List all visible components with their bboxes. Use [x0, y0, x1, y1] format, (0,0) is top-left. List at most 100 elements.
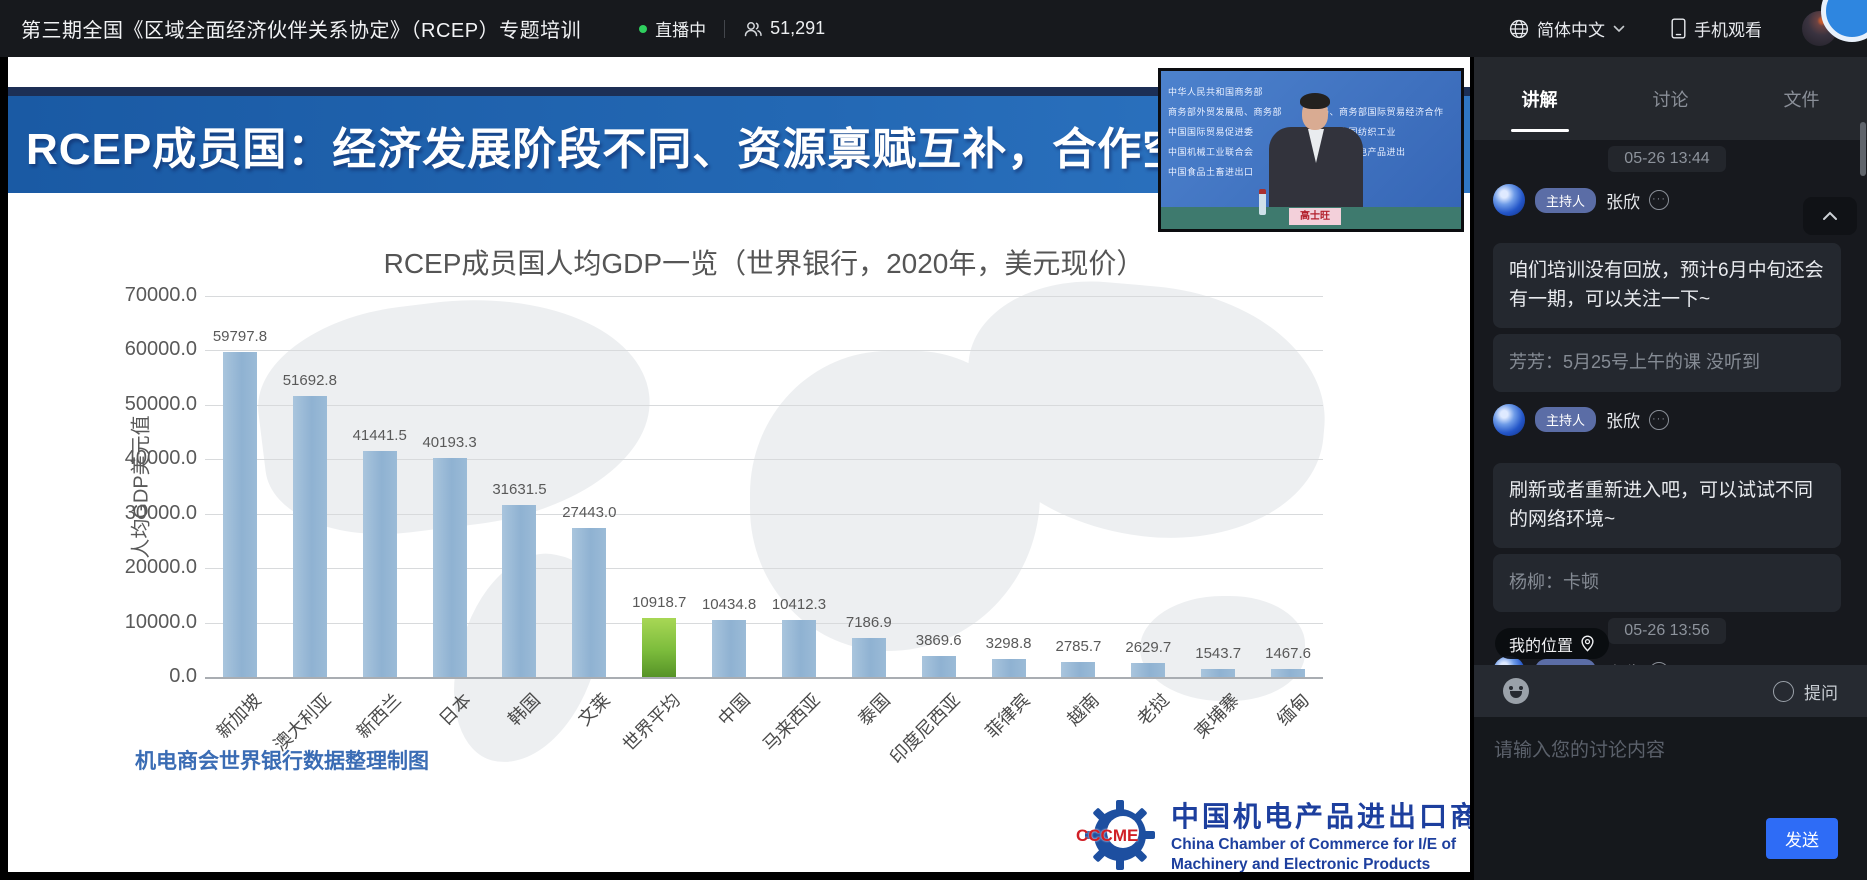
x-axis-label: 越南 — [1061, 687, 1105, 731]
bar-老挝 — [1131, 663, 1165, 677]
bar-澳大利亚 — [293, 396, 327, 677]
my-location-label: 我的位置 — [1509, 632, 1573, 656]
globe-icon — [1509, 19, 1529, 39]
divider — [724, 20, 725, 38]
y-axis-tick-label: 20000.0 — [107, 556, 197, 579]
question-radio[interactable] — [1773, 681, 1794, 702]
viewer-count: 51,291 — [743, 18, 825, 39]
chat-panel: 讲解讨论文件 05-26 13:44主持人张欣···咱们培训没有回放，预计6月中… — [1474, 57, 1867, 880]
chat-message-header: 主持人张欣 ··· — [1493, 184, 1841, 216]
timestamp-pill: 05-26 13:56 — [1608, 618, 1725, 644]
bar-越南 — [1061, 662, 1095, 677]
x-axis-label: 新加坡 — [210, 687, 267, 744]
x-axis-label: 印度尼西亚 — [883, 687, 965, 769]
gear-logo-icon: CCCME — [1083, 798, 1157, 872]
chat-plain-message: 杨柳：卡顿 — [1493, 554, 1841, 612]
live-status: 直播中 — [639, 16, 706, 41]
chat-input[interactable] — [1474, 717, 1867, 817]
mobile-view-button[interactable]: 手机观看 — [1671, 16, 1762, 41]
question-label: 提问 — [1804, 679, 1838, 704]
bar-印度尼西亚 — [922, 656, 956, 677]
collapse-panel-button[interactable] — [1803, 197, 1857, 235]
chat-message-header: 主持人张欣 ··· — [1493, 404, 1841, 436]
mobile-view-label: 手机观看 — [1694, 16, 1762, 41]
x-axis-label: 中国 — [712, 687, 756, 731]
chat-tabs: 讲解讨论文件 — [1474, 57, 1867, 140]
bar-柬埔寨 — [1201, 669, 1235, 677]
location-pin-icon — [1580, 635, 1595, 652]
bar-世界平均 — [642, 618, 676, 677]
cccme-name-cn: 中国机电产品进出口商会 — [1171, 795, 1470, 835]
emoji-picker-icon[interactable] — [1503, 678, 1529, 704]
chat-plain-message: 芳芳：5月25号上午的课 没听到 — [1493, 334, 1841, 392]
chevron-up-icon — [1822, 211, 1838, 221]
bar-value-label: 59797.8 — [213, 328, 267, 345]
language-selector[interactable]: 简体中文 — [1509, 16, 1625, 41]
x-axis-label: 缅甸 — [1271, 687, 1315, 731]
cccme-logo: CCCME 中国机电产品进出口商会 China Chamber of Comme… — [1083, 795, 1470, 872]
water-bottle — [1259, 189, 1266, 215]
bar-chart: 59797.8新加坡51692.8澳大利亚41441.5新西兰40193.3日本… — [205, 296, 1323, 677]
speaker-video-overlay[interactable]: 中华人民共和国商务部商务部外贸发展局、商务部 局、商务部国际贸易经济合作中国国际… — [1158, 68, 1464, 232]
top-bar: 第三期全国《区域全面经济伙伴关系协定》（RCEP）专题培训 直播中 51,291… — [0, 0, 1867, 57]
chat-input-area: 发送 — [1474, 717, 1867, 880]
message-more-icon[interactable]: ··· — [1649, 190, 1669, 210]
bar-value-label: 3869.6 — [916, 632, 962, 649]
phone-icon — [1671, 18, 1686, 39]
bar-日本 — [433, 458, 467, 677]
chat-scrollbar[interactable] — [1860, 122, 1866, 176]
bar-value-label: 3298.8 — [986, 635, 1032, 652]
sender-name: 张欣 — [1606, 407, 1640, 432]
timestamp-pill: 05-26 13:44 — [1608, 146, 1725, 172]
message-more-icon[interactable]: ··· — [1649, 410, 1669, 430]
tab-文件[interactable]: 文件 — [1736, 57, 1867, 140]
speaker-nameplate: 高士旺 — [1289, 208, 1341, 225]
sender-name: 张欣 — [1606, 188, 1640, 213]
host-badge: 主持人 — [1535, 188, 1596, 213]
slide-banner-title: RCEP成员国：经济发展阶段不同、资源禀赋互补，合作空间 — [26, 113, 1232, 177]
x-axis-label: 老挝 — [1131, 687, 1175, 731]
x-axis-label: 菲律宾 — [978, 687, 1035, 744]
chart-gridline — [205, 350, 1323, 351]
bar-value-label: 7186.9 — [846, 614, 892, 631]
tab-讲解[interactable]: 讲解 — [1474, 57, 1605, 140]
bar-value-label: 2785.7 — [1055, 638, 1101, 655]
send-button[interactable]: 发送 — [1766, 818, 1838, 859]
cccme-acronym: CCCME — [1076, 826, 1138, 846]
question-toggle[interactable]: 提问 — [1773, 679, 1838, 704]
viewers-icon — [743, 20, 763, 38]
my-location-button[interactable]: 我的位置 — [1495, 628, 1609, 659]
bar-value-label: 10918.7 — [632, 594, 686, 611]
chart-gridline — [205, 677, 1323, 679]
chart-title: RCEP成员国人均GDP一览（世界银行，2020年，美元现价） — [205, 242, 1323, 282]
live-dot-icon — [639, 25, 647, 33]
bar-value-label: 40193.3 — [422, 434, 476, 451]
bar-value-label: 51692.8 — [283, 372, 337, 389]
y-axis-title: 人均GDP美元值 — [125, 415, 154, 558]
x-axis-label: 世界平均 — [616, 687, 685, 756]
bar-马来西亚 — [782, 620, 816, 677]
y-axis-tick-label: 0.0 — [107, 665, 197, 688]
host-badge: 主持人 — [1535, 407, 1596, 432]
host-avatar[interactable] — [1493, 404, 1525, 436]
bar-新加坡 — [223, 352, 257, 677]
host-avatar[interactable] — [1493, 184, 1525, 216]
bar-value-label: 10434.8 — [702, 596, 756, 613]
cccme-name-en: China Chamber of Commerce for I/E of Mac… — [1171, 835, 1470, 872]
live-label: 直播中 — [655, 16, 706, 41]
bar-value-label: 1467.6 — [1265, 645, 1311, 662]
x-axis-label: 泰国 — [851, 687, 895, 731]
chat-message-bubble: 咱们培训没有回放，预计6月中旬还会有一期，可以关注一下~ — [1493, 243, 1841, 328]
bar-value-label: 10412.3 — [772, 596, 826, 613]
bar-新西兰 — [363, 451, 397, 677]
bar-菲律宾 — [992, 659, 1026, 677]
bar-韩国 — [502, 505, 536, 677]
chat-message-bubble: 刷新或者重新进入吧，可以试试不同的网络环境~ — [1493, 463, 1841, 548]
bar-泰国 — [852, 638, 886, 677]
chat-toolbar: 提问 — [1474, 665, 1867, 717]
bar-文莱 — [572, 528, 606, 677]
y-axis-tick-label: 10000.0 — [107, 611, 197, 634]
language-label: 简体中文 — [1537, 16, 1605, 41]
viewer-count-value: 51,291 — [770, 18, 825, 39]
tab-讨论[interactable]: 讨论 — [1605, 57, 1736, 140]
